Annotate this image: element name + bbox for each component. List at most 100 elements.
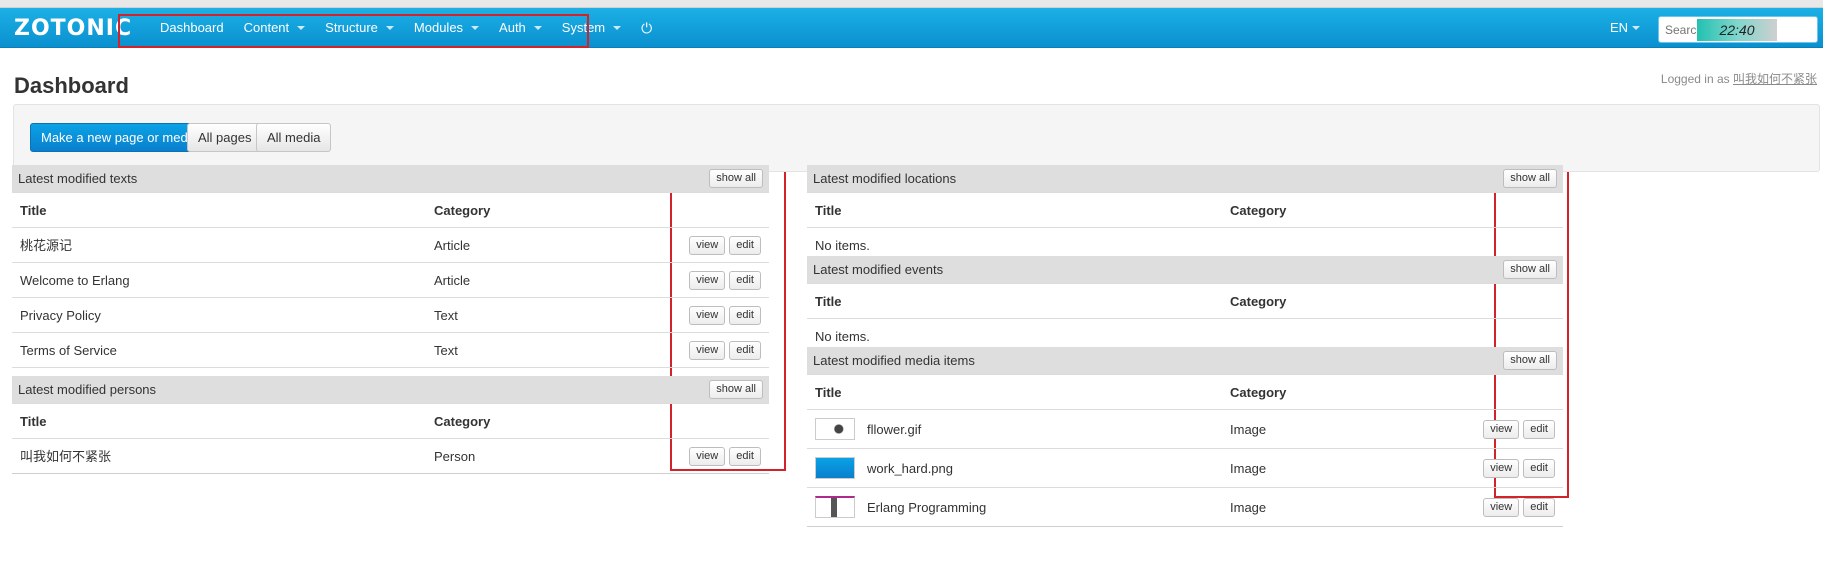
widget-header: Latest modified persons show all [12, 376, 769, 403]
view-button[interactable]: view [1483, 498, 1520, 517]
row-title: Erlang Programming [867, 500, 987, 515]
column-header-title: Title [20, 414, 47, 429]
table-row[interactable]: 叫我如何不紧张 Person view edit [12, 438, 769, 473]
show-all-button[interactable]: show all [1503, 351, 1557, 370]
view-button[interactable]: view [689, 447, 726, 466]
view-button[interactable]: view [1483, 459, 1520, 478]
row-category: Article [434, 238, 471, 253]
table-header-row: Title Category [807, 192, 1563, 227]
widget-title: Latest modified persons [18, 382, 157, 397]
edit-button[interactable]: edit [1523, 420, 1555, 439]
logged-in-prefix: Logged in as [1660, 72, 1730, 86]
widget-header: Latest modified texts show all [12, 165, 769, 192]
row-category: Person [434, 449, 476, 464]
column-header-category: Category [1230, 203, 1287, 218]
top-navbar: ZOTONIC Dashboard Content Structure Modu… [0, 8, 1823, 48]
media-thumbnail[interactable] [815, 496, 855, 518]
edit-button[interactable]: edit [1523, 498, 1555, 517]
view-button[interactable]: view [689, 306, 726, 325]
widget-title: Latest modified events [813, 262, 944, 277]
widget-title: Latest modified texts [18, 171, 138, 186]
nav-auth[interactable]: Auth [489, 8, 552, 48]
edit-button[interactable]: edit [729, 236, 761, 255]
clock-overlay: 22:40 [1697, 19, 1777, 41]
chevron-down-icon [1632, 26, 1641, 30]
all-pages-button[interactable]: All pages [187, 123, 263, 152]
edit-button[interactable]: edit [729, 341, 761, 360]
logged-in-status: Logged in as 叫我如何不紧张 [1661, 70, 1817, 87]
row-category: Image [1230, 500, 1267, 515]
chevron-down-icon [471, 26, 480, 30]
media-thumbnail[interactable] [815, 418, 855, 440]
nav-modules[interactable]: Modules [404, 8, 489, 48]
column-header-category: Category [1230, 294, 1287, 309]
widget-latest-events: Latest modified events show all Title Ca… [807, 256, 1563, 354]
widget-latest-persons: Latest modified persons show all Title C… [12, 376, 769, 474]
nav-auth-label: Auth [499, 20, 526, 35]
table-header-row: Title Category [807, 374, 1563, 409]
new-page-button[interactable]: Make a new page or media [30, 123, 209, 152]
column-header-title: Title [815, 385, 842, 400]
widget-header: Latest modified events show all [807, 256, 1563, 283]
chevron-down-icon [385, 26, 394, 30]
view-button[interactable]: view [689, 341, 726, 360]
nav-content[interactable]: Content [234, 8, 316, 48]
column-header-category: Category [434, 203, 491, 218]
row-title: work_hard.png [867, 461, 953, 476]
brand-logo[interactable]: ZOTONIC [14, 16, 132, 41]
column-header-title: Title [20, 203, 47, 218]
nav-structure-label: Structure [325, 20, 378, 35]
edit-button[interactable]: edit [729, 447, 761, 466]
column-header-title: Title [815, 294, 842, 309]
chevron-down-icon [297, 26, 306, 30]
show-all-button[interactable]: show all [1503, 260, 1557, 279]
browser-bookmark-strip [0, 0, 1823, 8]
nav-content-label: Content [243, 20, 290, 35]
language-selector[interactable]: EN [1610, 8, 1641, 48]
nav-system-label: System [561, 20, 606, 35]
show-all-button[interactable]: show all [1503, 169, 1557, 188]
logged-in-user-link[interactable]: 叫我如何不紧张 [1733, 72, 1817, 86]
table-row[interactable]: Welcome to Erlang Article view edit [12, 262, 769, 297]
row-title: Privacy Policy [20, 308, 101, 323]
nav-dashboard-label: Dashboard [160, 20, 224, 35]
row-category: Text [434, 308, 458, 323]
table-row[interactable]: Terms of Service Text view edit [12, 332, 769, 367]
power-icon[interactable]: ⏻ [631, 20, 662, 37]
all-media-button[interactable]: All media [256, 123, 332, 152]
table-row[interactable]: Privacy Policy Text view edit [12, 297, 769, 332]
table-row[interactable]: work_hard.png Image view edit [807, 448, 1563, 487]
table-row[interactable]: 桃花源记 Article view edit [12, 227, 769, 262]
view-button[interactable]: view [1483, 420, 1520, 439]
edit-button[interactable]: edit [1523, 459, 1555, 478]
main-nav: Dashboard Content Structure Modules Auth… [150, 8, 662, 48]
table-row[interactable]: Erlang Programming Image view edit [807, 487, 1563, 526]
table-row[interactable]: fllower.gif Image view edit [807, 409, 1563, 448]
row-title: 叫我如何不紧张 [20, 449, 112, 464]
widget-header: Latest modified media items show all [807, 347, 1563, 374]
nav-system[interactable]: System [552, 8, 631, 48]
page-title: Dashboard [14, 73, 129, 98]
widget-title: Latest modified locations [813, 171, 957, 186]
show-all-button[interactable]: show all [709, 380, 763, 399]
view-button[interactable]: view [689, 271, 726, 290]
row-title: Welcome to Erlang [20, 273, 130, 288]
row-category: Image [1230, 422, 1267, 437]
column-header-category: Category [1230, 385, 1287, 400]
language-label: EN [1610, 20, 1629, 35]
edit-button[interactable]: edit [729, 306, 761, 325]
show-all-button[interactable]: show all [709, 169, 763, 188]
media-thumbnail[interactable] [815, 457, 855, 479]
table-header-row: Title Category [12, 192, 769, 227]
widget-latest-media: Latest modified media items show all Tit… [807, 347, 1563, 527]
row-title: fllower.gif [867, 422, 922, 437]
row-title: Terms of Service [20, 343, 117, 358]
nav-dashboard[interactable]: Dashboard [150, 8, 234, 48]
row-category: Image [1230, 461, 1267, 476]
row-title: 桃花源记 [20, 238, 73, 253]
action-bar: Make a new page or media All pages All m… [13, 104, 1820, 172]
view-button[interactable]: view [689, 236, 726, 255]
nav-structure[interactable]: Structure [315, 8, 404, 48]
edit-button[interactable]: edit [729, 271, 761, 290]
widget-title: Latest modified media items [813, 353, 975, 368]
